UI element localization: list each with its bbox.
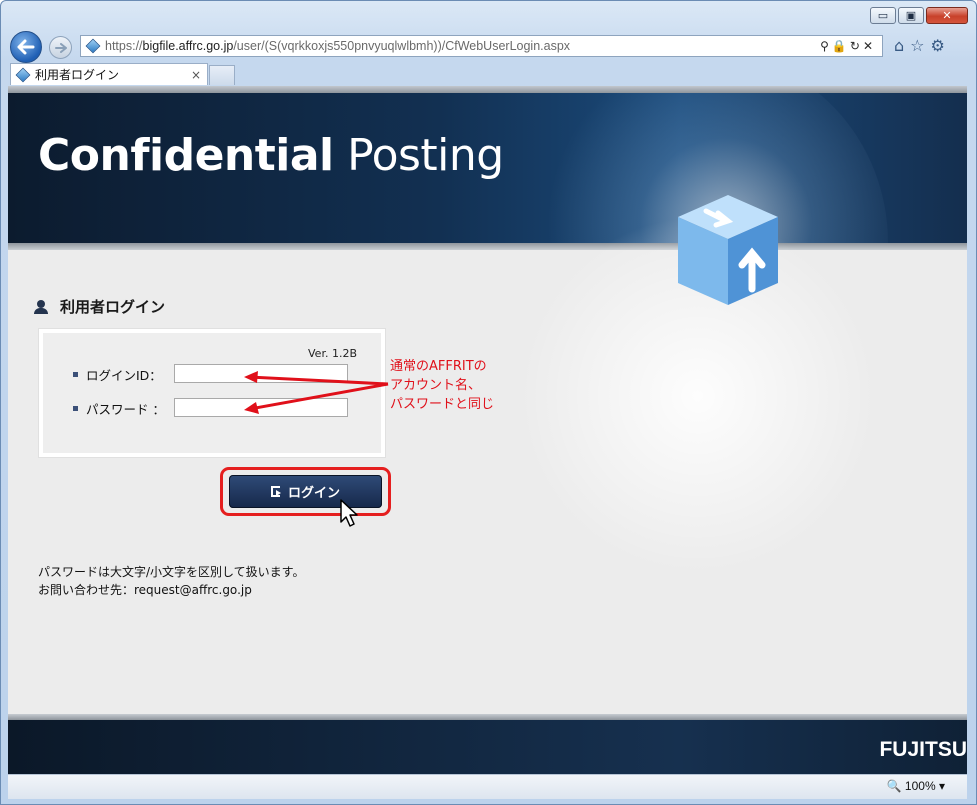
login-button-highlight: ログイン — [220, 467, 391, 516]
web-page: Confidential Posting 利用者ログイン Ver. 1.2B ロ… — [8, 86, 967, 774]
version-label: Ver. 1.2B — [308, 347, 357, 360]
settings-gear-icon[interactable]: ⚙ — [931, 36, 951, 55]
address-url: https://bigfile.affrc.go.jp/user/(S(vqrk… — [105, 39, 820, 53]
login-id-label-text: ログインID： — [86, 368, 162, 383]
stop-icon[interactable]: ✕ — [863, 39, 876, 53]
password-label: パスワード ： — [73, 399, 165, 418]
case-sensitivity-note: パスワードは大文字/小文字を区別して扱います。 — [38, 565, 305, 579]
bullet-square-icon — [73, 372, 78, 377]
login-id-label: ログインID： — [73, 365, 162, 384]
mouse-cursor-icon — [340, 499, 358, 527]
tab-close-icon[interactable]: × — [191, 68, 201, 82]
url-path: /user/(S(vqrkkoxjs550pnvyuqlwlbmh))/CfWe… — [233, 39, 571, 53]
minimize-button[interactable]: ▭ — [870, 7, 896, 24]
address-tools: ⚲🔒↻✕ — [820, 39, 876, 53]
user-icon — [34, 299, 48, 314]
forward-arrow-icon — [54, 42, 67, 53]
tab-title: 利用者ログイン — [35, 68, 120, 82]
new-tab-button[interactable] — [209, 65, 235, 85]
annotation-text: 通常のAFFRITの アカウント名、 パスワードと同じ — [390, 357, 494, 414]
close-window-button[interactable]: ✕ — [926, 7, 968, 24]
upload-cube-icon — [678, 195, 778, 305]
zoom-magnifier-icon: 🔍 — [886, 779, 902, 793]
annotation-arrows — [244, 371, 389, 414]
annotation-arrowhead-2 — [244, 402, 259, 414]
refresh-icon[interactable]: ↻ — [850, 39, 863, 53]
site-favicon-icon — [85, 38, 101, 54]
annotation-arrowhead-1 — [244, 371, 258, 383]
search-icon[interactable]: ⚲ — [820, 39, 832, 53]
restore-button[interactable]: ▣ — [898, 7, 924, 24]
favorites-star-icon[interactable]: ☆ — [910, 36, 930, 55]
url-host: bigfile.affrc.go.jp — [142, 39, 234, 53]
login-heading-text: 利用者ログイン — [60, 298, 166, 316]
browser-toolbar-right: ⌂☆⚙ — [894, 36, 951, 55]
password-label-text: パスワード ： — [86, 402, 165, 417]
tab-favicon-icon — [15, 67, 31, 82]
login-button-label: ログイン — [287, 486, 340, 501]
forward-button[interactable] — [49, 36, 72, 59]
top-strip — [8, 86, 967, 93]
lock-icon[interactable]: 🔒 — [832, 39, 850, 53]
annotation-line-1: 通常のAFFRITの — [390, 359, 487, 374]
address-bar[interactable]: https://bigfile.affrc.go.jp/user/(S(vqrk… — [80, 35, 883, 57]
notes: パスワードは大文字/小文字を区別して扱います。 お問い合わせ先：request@… — [38, 563, 305, 599]
bullet-square-icon — [73, 406, 78, 411]
login-heading: 利用者ログイン — [34, 296, 165, 317]
header-banner: Confidential Posting — [8, 93, 967, 243]
home-icon[interactable]: ⌂ — [894, 36, 910, 55]
annotation-line-2: アカウント名、 — [390, 378, 482, 393]
back-arrow-icon — [17, 39, 35, 55]
zoom-control[interactable]: 🔍 100% ▾ — [887, 779, 945, 793]
contact-note: お問い合わせ先：request@affrc.go.jp — [38, 583, 252, 597]
status-bar: 🔍 100% ▾ — [8, 774, 967, 799]
title-light: Posting — [347, 130, 504, 181]
annotation-line-3: パスワードと同じ — [390, 397, 495, 412]
site-title: Confidential Posting — [38, 130, 504, 181]
window-caption-controls: ▭ ▣ ✕ — [868, 7, 968, 24]
url-scheme: https:// — [105, 39, 143, 53]
footer: FUJITSU — [8, 720, 967, 774]
back-button[interactable] — [10, 31, 42, 63]
login-door-icon — [270, 486, 281, 497]
chevron-down-icon[interactable]: ▾ — [939, 779, 945, 793]
fujitsu-logo: FUJITSU — [879, 738, 967, 761]
tab-login[interactable]: 利用者ログイン × — [10, 63, 208, 85]
annotation-arrow-1 — [249, 375, 389, 386]
title-bold: Confidential — [38, 130, 334, 181]
zoom-level: 100% — [904, 779, 936, 793]
annotation-arrow-2 — [249, 382, 389, 411]
